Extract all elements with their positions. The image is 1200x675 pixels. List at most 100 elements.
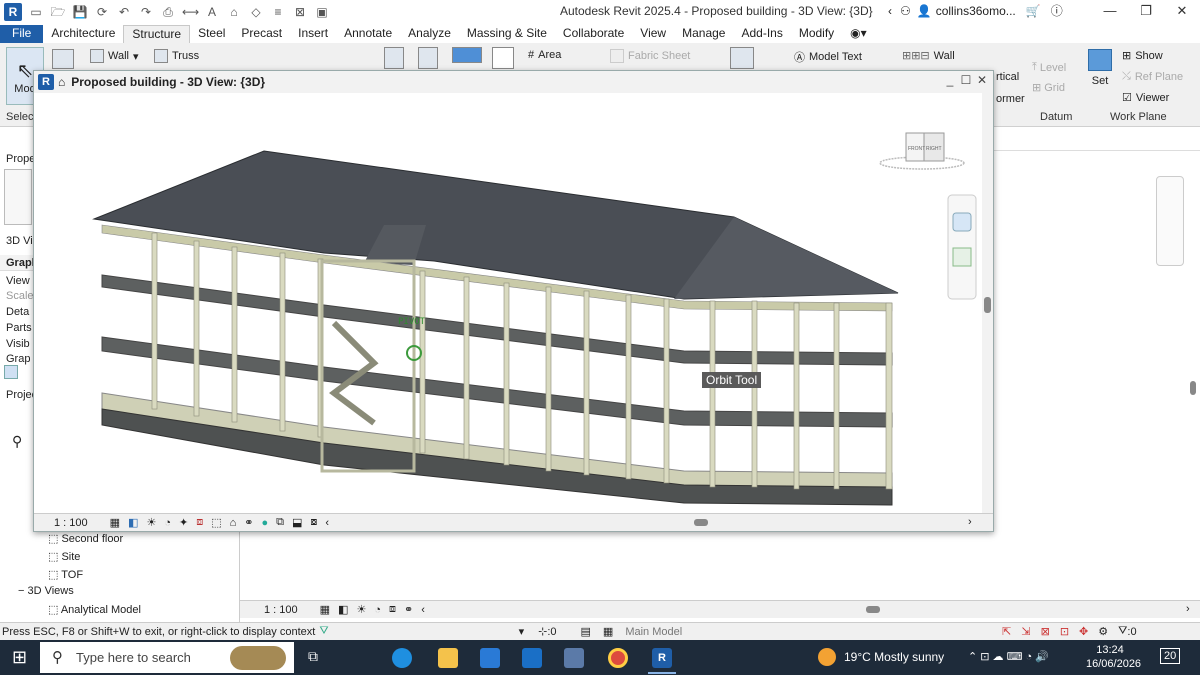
chrome-icon[interactable]: [608, 648, 628, 668]
minimize-button[interactable]: —: [1092, 0, 1128, 24]
binoculars-icon[interactable]: ⚇: [900, 4, 911, 18]
temp-hide-icon[interactable]: ⚭: [244, 516, 253, 529]
active-model[interactable]: Main Model: [625, 626, 682, 638]
view-scale[interactable]: 1 : 100: [54, 517, 88, 529]
component-button[interactable]: [730, 47, 758, 69]
3d-view-icon[interactable]: ⌂: [226, 4, 242, 20]
tab-manage[interactable]: Manage: [674, 25, 733, 43]
measure-icon[interactable]: ⟷: [182, 4, 199, 20]
home-icon[interactable]: ▭: [28, 4, 44, 20]
chevron-left-icon[interactable]: ‹: [888, 4, 892, 18]
tab-structure[interactable]: Structure: [123, 25, 191, 43]
set-button[interactable]: Set: [1088, 49, 1112, 87]
tab-collaborate[interactable]: Collaborate: [555, 25, 632, 43]
crop-view-icon[interactable]: ⧈: [389, 603, 396, 616]
prop-row-view[interactable]: View: [6, 275, 30, 287]
contextual-tab-dropdown[interactable]: ◉▾: [842, 25, 875, 43]
area-button[interactable]: # Area: [528, 49, 561, 61]
tree-item-analytical-model[interactable]: ⬚ Analytical Model: [48, 603, 141, 616]
tab-file[interactable]: File: [0, 25, 44, 43]
model-text-button[interactable]: Ⓐ Model Text: [794, 49, 862, 65]
select-links-icon[interactable]: ⇱: [1002, 625, 1011, 638]
type-selector-icon[interactable]: [4, 169, 32, 225]
tab-view[interactable]: View: [632, 25, 674, 43]
close-hidden-icon[interactable]: ⊠: [292, 4, 308, 20]
filter-icon[interactable]: [4, 365, 18, 379]
editing-requests-icon[interactable]: ▤: [581, 625, 591, 638]
select-underlay-icon[interactable]: ⇲: [1021, 625, 1030, 638]
undo-icon[interactable]: ↶: [116, 4, 132, 20]
task-view-icon[interactable]: ⧉: [308, 648, 318, 665]
fabric-sheet-button[interactable]: Fabric Sheet: [610, 49, 690, 63]
system-tray-icons[interactable]: ⌃ ⊡ ☁ ⌨ ◔ 🔊: [968, 650, 1049, 663]
visual-style-icon[interactable]: ◧: [338, 603, 348, 616]
selection-icon[interactable]: ⊹: [538, 625, 547, 638]
bg-view-scale[interactable]: 1 : 100: [264, 604, 298, 616]
tab-architecture[interactable]: Architecture: [43, 25, 123, 43]
shadows-icon[interactable]: ◔: [164, 517, 171, 529]
analytical-model-icon[interactable]: ⬓: [292, 516, 302, 529]
detail-level-icon[interactable]: ▦: [320, 603, 330, 616]
ref-plane-button[interactable]: ⤯ Ref Plane: [1122, 70, 1183, 83]
user-name[interactable]: collins36omo...: [936, 4, 1016, 18]
worksharing-icon[interactable]: ⧉: [276, 516, 284, 529]
tab-annotate[interactable]: Annotate: [336, 25, 400, 43]
thin-lines-icon[interactable]: ≡: [270, 4, 286, 20]
close-view-button[interactable]: ✕: [975, 73, 989, 87]
vertical-scrollbar[interactable]: [982, 93, 993, 513]
opening-button[interactable]: [492, 47, 518, 69]
scroll-right-icon[interactable]: ›: [968, 516, 972, 528]
prop-row-visibility[interactable]: Visib: [6, 338, 30, 350]
scroll-left-icon[interactable]: ‹: [325, 517, 329, 529]
revit-taskbar-icon[interactable]: R: [652, 648, 672, 668]
open-icon[interactable]: 🗁: [50, 4, 66, 20]
help-icon[interactable]: ⓘ: [1051, 2, 1063, 19]
tab-massing-site[interactable]: Massing & Site: [459, 25, 555, 43]
prop-row-scale[interactable]: Scale: [6, 290, 34, 302]
tree-item-tof[interactable]: ⬚ TOF: [48, 568, 83, 581]
design-options-icon[interactable]: ▦: [603, 625, 613, 638]
beam-button[interactable]: [52, 49, 78, 69]
view-navigation-bar[interactable]: [947, 194, 977, 300]
scrollbar-thumb[interactable]: [984, 297, 991, 313]
text-icon[interactable]: A: [204, 4, 220, 20]
user-area[interactable]: ‹ ⚇ 👤 collins36omo... 🛒 ⓘ: [888, 2, 1063, 19]
store-icon[interactable]: [480, 648, 500, 668]
scroll-right-icon[interactable]: ›: [1186, 603, 1190, 615]
prop-row-detail[interactable]: Deta: [6, 306, 29, 318]
structural-column-button[interactable]: [384, 47, 408, 69]
visual-style-icon[interactable]: ◧: [128, 516, 138, 529]
minimize-view-button[interactable]: _: [943, 73, 957, 87]
highlight-displacement-icon[interactable]: ⧇: [310, 516, 317, 529]
dormer-opening-button[interactable]: ormer: [996, 93, 1025, 105]
scrollbar-thumb[interactable]: [1190, 381, 1196, 395]
tab-analyze[interactable]: Analyze: [400, 25, 459, 43]
revit-logo[interactable]: R: [4, 3, 22, 21]
tab-add-ins[interactable]: Add-Ins: [733, 25, 790, 43]
floor-button[interactable]: [418, 47, 442, 69]
file-explorer-icon[interactable]: [438, 648, 458, 668]
prop-row-parts[interactable]: Parts: [6, 322, 32, 334]
vertical-opening-button[interactable]: rtical: [996, 71, 1019, 83]
drag-elements-icon[interactable]: ✥: [1079, 625, 1088, 638]
weather-text[interactable]: 19°C Mostly sunny: [844, 650, 944, 664]
level-button[interactable]: ⤒ Level: [1032, 61, 1066, 74]
prop-row-graphics[interactable]: Grap: [6, 353, 30, 365]
filter-funnel-icon[interactable]: ⛛: [319, 625, 328, 638]
tree-item-3d-views[interactable]: − 3D Views: [18, 585, 74, 597]
print-icon[interactable]: ⎙: [160, 4, 176, 20]
clock[interactable]: 13:24 16/06/2026: [1086, 643, 1141, 671]
select-by-face-icon[interactable]: ⊡: [1060, 625, 1069, 638]
tab-modify[interactable]: Modify: [791, 25, 842, 43]
3d-canvas[interactable]: PIVOT FRONT RIGHT Orbit Tool: [34, 93, 982, 513]
search-icon[interactable]: ⚲: [12, 433, 22, 450]
save-icon[interactable]: 💾: [72, 4, 88, 20]
outlook-icon[interactable]: [522, 648, 542, 668]
restore-button[interactable]: ❐: [1128, 0, 1164, 24]
section-icon[interactable]: ◇: [248, 4, 264, 20]
sync-icon[interactable]: ⟳: [94, 4, 110, 20]
truss-button[interactable]: Truss: [154, 49, 199, 63]
redo-icon[interactable]: ↷: [138, 4, 154, 20]
edge-icon[interactable]: [392, 648, 412, 668]
view-title-bar[interactable]: R ⌂ Proposed building - 3D View: {3D} _ …: [34, 71, 993, 93]
